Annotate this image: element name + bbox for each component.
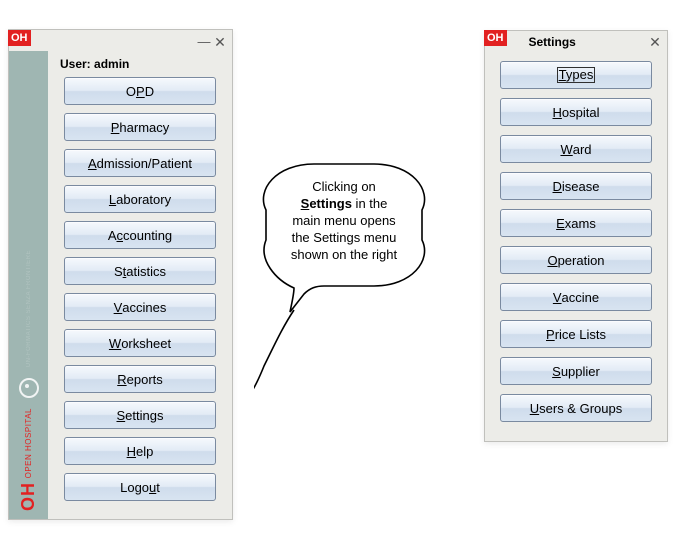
app-badge: OH — [484, 30, 507, 46]
callout: Clicking on Settings in the main menu op… — [254, 160, 434, 450]
user-label: User: admin — [58, 57, 222, 77]
settings-vaccine[interactable]: Vaccine — [500, 283, 652, 311]
menu-logout[interactable]: Logout — [64, 473, 216, 501]
settings-pricelists[interactable]: Price Lists — [500, 320, 652, 348]
menu-worksheet[interactable]: Worksheet — [64, 329, 216, 357]
brand-sidebar: UN-FORMATICS SENZA FRONTIERE OPEN HOSPIT… — [9, 51, 48, 519]
brand-subtext: OPEN HOSPITAL — [24, 408, 33, 478]
menu-admission[interactable]: Admission/Patient — [64, 149, 216, 177]
brand-logo-icon — [19, 378, 39, 398]
menu-accounting[interactable]: Accounting — [64, 221, 216, 249]
settings-users-groups[interactable]: Users & Groups — [500, 394, 652, 422]
settings-disease[interactable]: Disease — [500, 172, 652, 200]
main-menu: User: admin OPD Pharmacy Admission/Patie… — [48, 51, 232, 519]
menu-reports[interactable]: Reports — [64, 365, 216, 393]
menu-settings[interactable]: Settings — [64, 401, 216, 429]
main-window: OH — ✕ UN-FORMATICS SENZA FRONTIERE OPEN… — [8, 29, 233, 520]
settings-window: OH Settings ✕ Types Hospital Ward Diseas… — [484, 30, 668, 442]
settings-title: Settings — [529, 35, 576, 49]
app-badge: OH — [8, 30, 31, 46]
menu-vaccines[interactable]: Vaccines — [64, 293, 216, 321]
settings-operation[interactable]: Operation — [500, 246, 652, 274]
settings-hospital[interactable]: Hospital — [500, 98, 652, 126]
brand-vert: OH — [18, 482, 39, 511]
menu-help[interactable]: Help — [64, 437, 216, 465]
menu-laboratory[interactable]: Laboratory — [64, 185, 216, 213]
menu-opd[interactable]: OPD — [64, 77, 216, 105]
settings-ward[interactable]: Ward — [500, 135, 652, 163]
close-button[interactable]: ✕ — [647, 34, 663, 50]
menu-pharmacy[interactable]: Pharmacy — [64, 113, 216, 141]
settings-titlebar: OH Settings ✕ — [485, 31, 667, 51]
settings-menu: Types Hospital Ward Disease Exams Operat… — [485, 51, 667, 441]
main-titlebar: OH — ✕ — [9, 30, 232, 51]
settings-supplier[interactable]: Supplier — [500, 357, 652, 385]
callout-text: Clicking on Settings in the main menu op… — [278, 178, 410, 263]
close-button[interactable]: ✕ — [212, 34, 228, 50]
menu-statistics[interactable]: Statistics — [64, 257, 216, 285]
settings-exams[interactable]: Exams — [500, 209, 652, 237]
settings-types[interactable]: Types — [500, 61, 652, 89]
brand-tagline: UN-FORMATICS SENZA FRONTIERE — [26, 250, 32, 367]
minimize-button[interactable]: — — [196, 34, 212, 50]
